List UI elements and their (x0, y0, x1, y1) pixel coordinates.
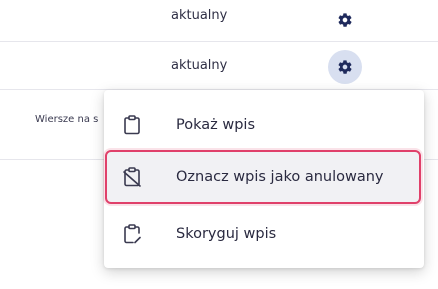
menu-item-label: Pokaż wpis (176, 117, 255, 133)
clipboard-cancel-icon (122, 166, 142, 188)
row-context-menu: Pokaż wpis Oznacz wpis jako anulowany Sk… (104, 90, 424, 268)
gear-icon (338, 13, 352, 27)
status-cell: aktualny (171, 8, 228, 23)
row-actions-button[interactable] (328, 50, 362, 84)
status-cell: aktualny (171, 58, 228, 73)
table-row: aktualny (0, 42, 438, 90)
table-row: aktualny (0, 0, 438, 42)
menu-item-cancel-entry[interactable]: Oznacz wpis jako anulowany (104, 153, 424, 201)
clipboard-icon (122, 114, 142, 136)
row-actions-button[interactable] (328, 3, 362, 37)
menu-item-label: Skoryguj wpis (176, 226, 277, 242)
gear-icon (338, 60, 352, 74)
menu-item-correct-entry[interactable]: Skoryguj wpis (104, 210, 424, 258)
menu-item-show-entry[interactable]: Pokaż wpis (104, 101, 424, 149)
menu-item-label: Oznacz wpis jako anulowany (176, 169, 384, 185)
page: aktualny aktualny Wiersze na s Pokaż wpi… (0, 0, 438, 289)
rows-per-page-label: Wiersze na s (35, 114, 99, 125)
clipboard-edit-icon (122, 223, 142, 245)
